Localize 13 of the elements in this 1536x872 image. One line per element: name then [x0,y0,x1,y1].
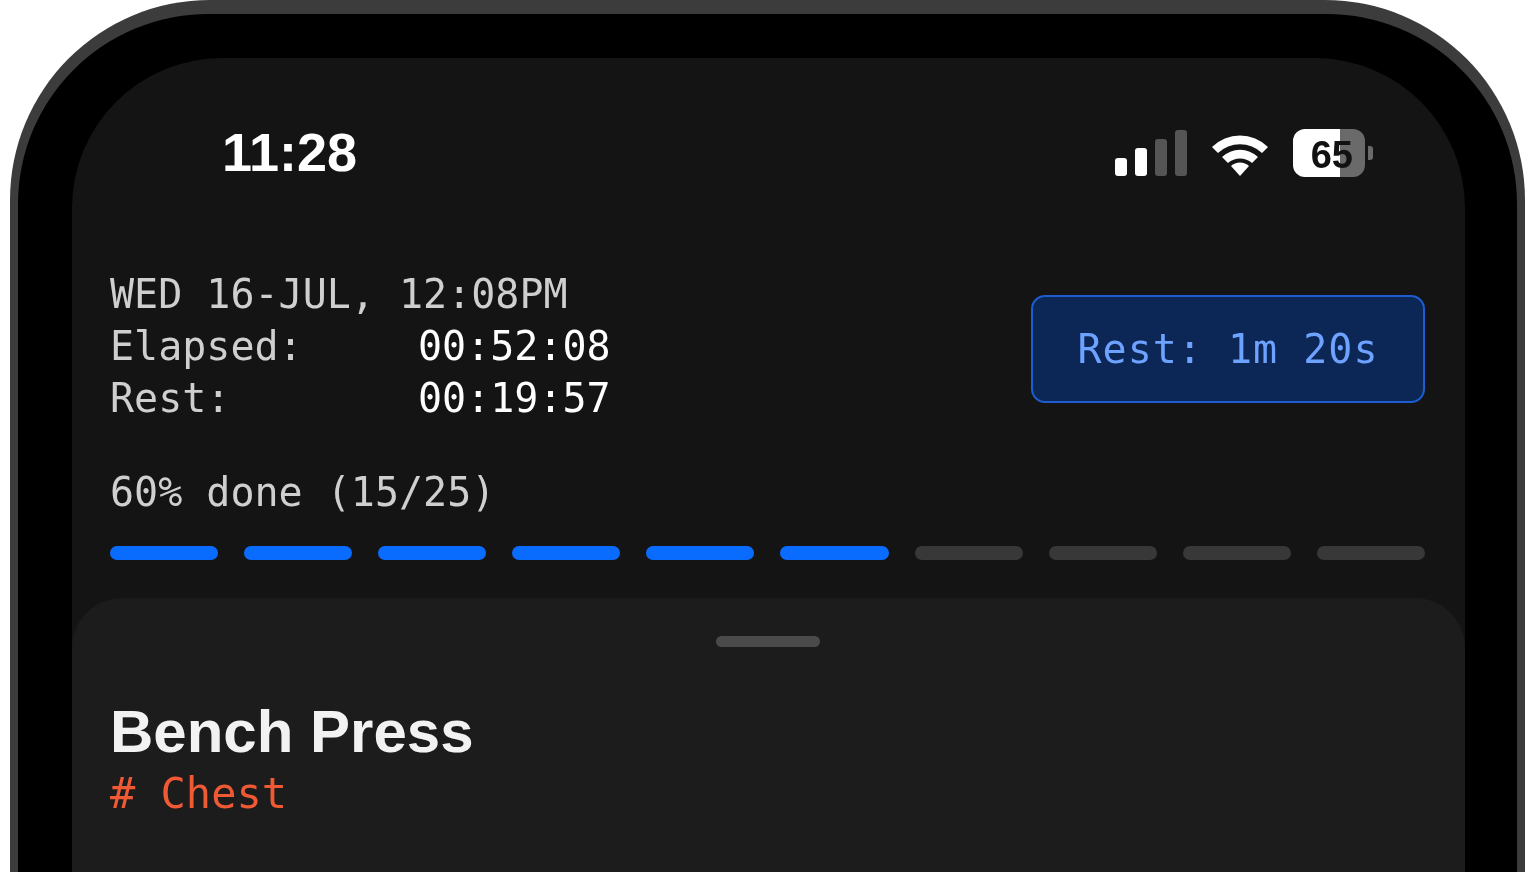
signal-icon [1114,130,1187,176]
battery-cap-icon [1368,146,1373,160]
date-time-text: WED 16-JUL, 12:08PM [110,270,569,319]
muscle-tag: # Chest [110,769,1465,818]
progress-text: 60% done (15/25) [110,468,497,517]
drag-handle[interactable] [716,636,820,647]
rest-timer-button[interactable]: Rest: 1m 20s [1031,295,1425,403]
status-time: 11:28 [222,121,358,183]
exercise-title: Bench Press [110,697,475,767]
rest-value: 00:19:57 [418,374,611,423]
rest-label: Rest: [110,374,232,423]
elapsed-label: Elapsed: [110,322,304,371]
elapsed-value: 00:52:08 [418,322,611,371]
